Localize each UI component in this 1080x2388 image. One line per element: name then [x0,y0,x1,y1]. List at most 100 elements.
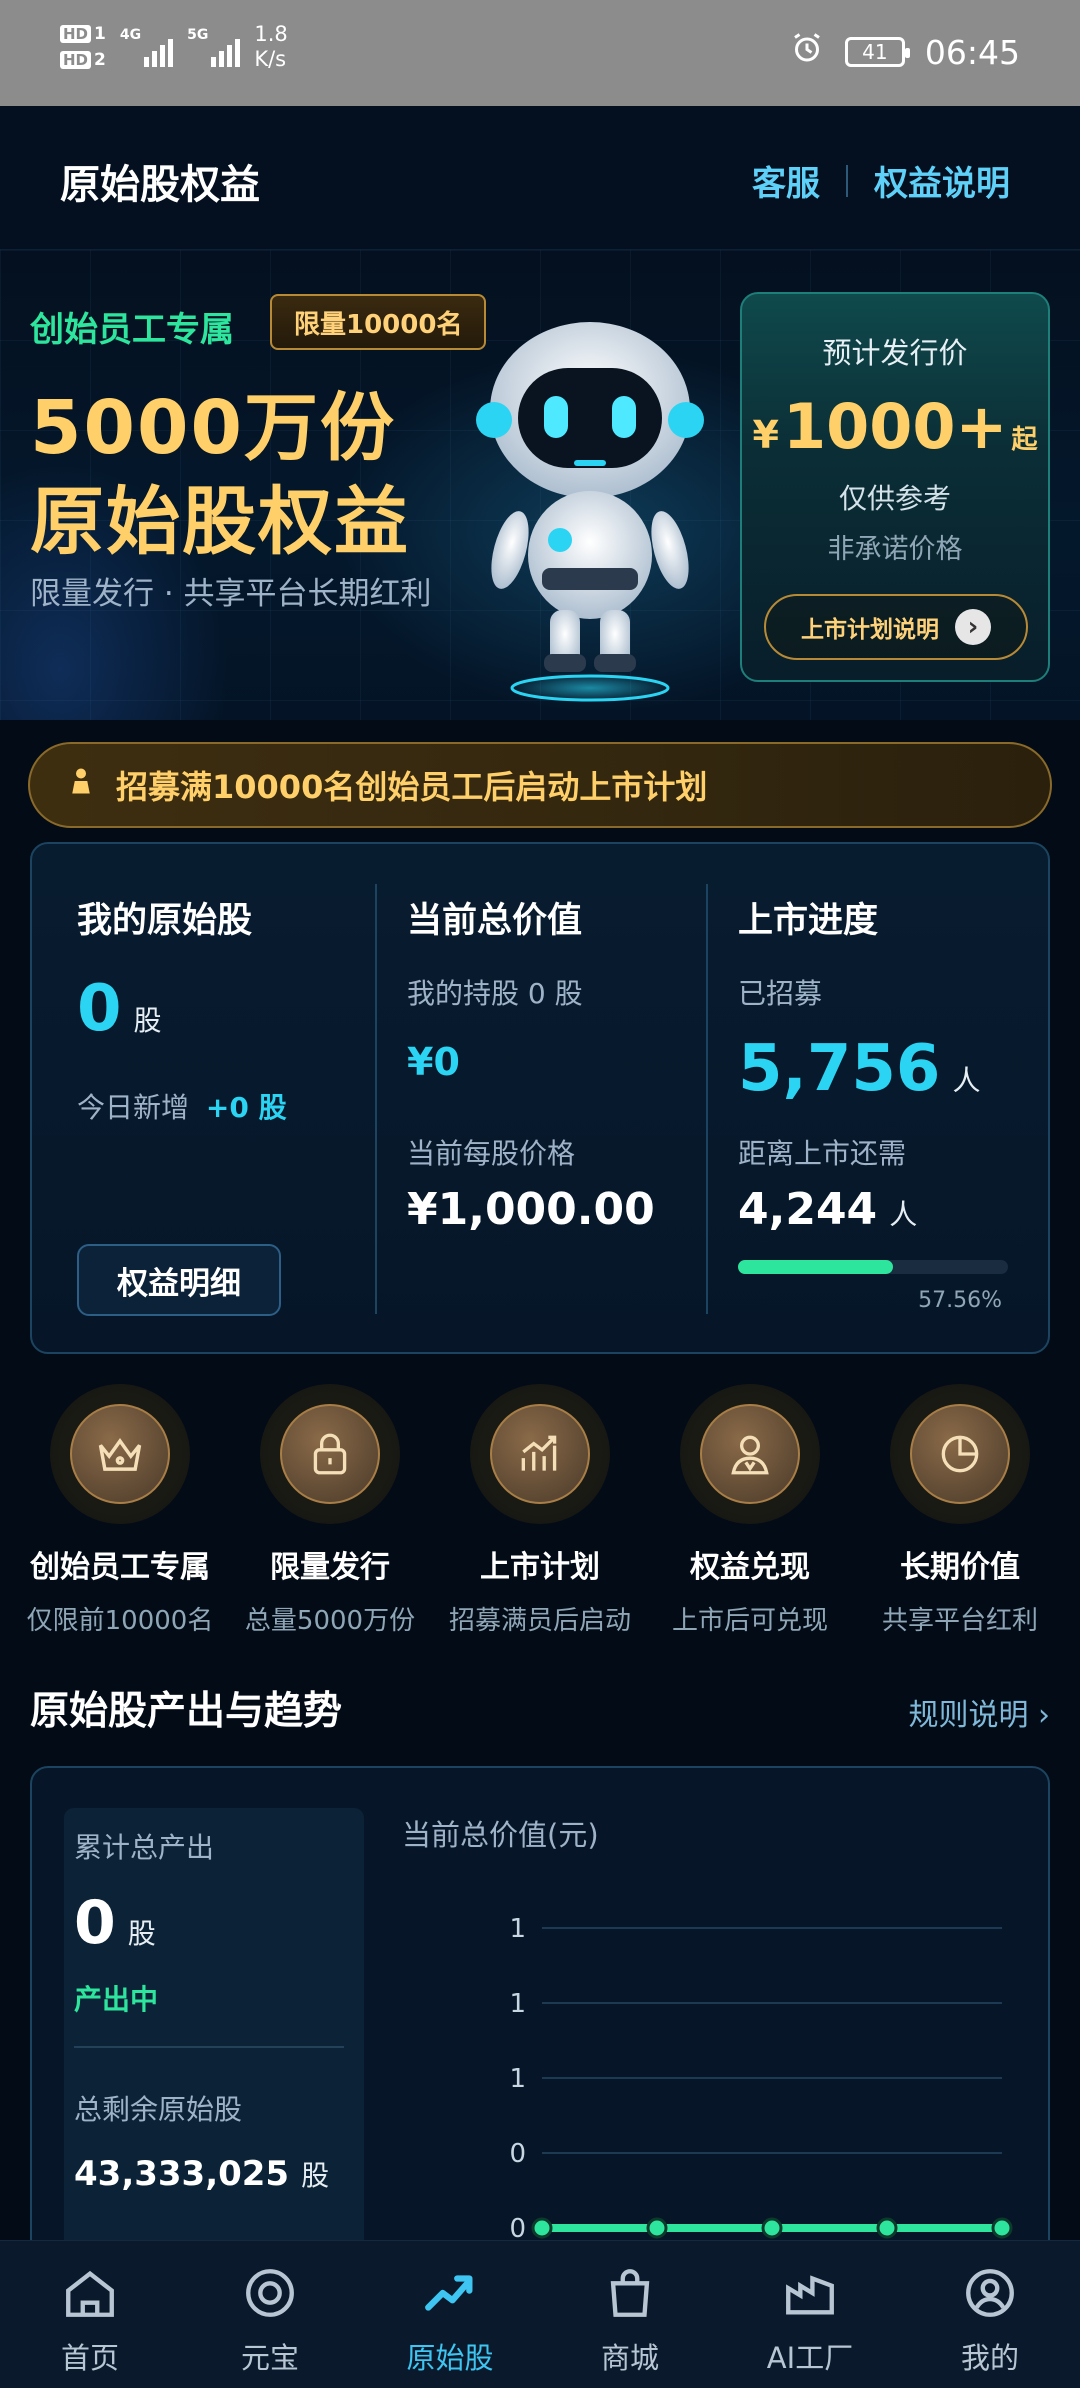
sim-number: 2 [94,50,106,70]
data-point [991,2217,1013,2239]
person-icon [66,766,96,804]
feature-name: 上市计划 [480,1550,600,1585]
feature-item[interactable]: 上市计划 招募满员后启动 [435,1384,645,1637]
lock-icon [280,1404,380,1504]
listing-plan-button-label: 上市计划说明 [801,617,939,643]
price-note: 仅供参考 [838,482,951,515]
remaining-shares-unit: 股 [301,2159,330,2192]
header-links: 客服 权益说明 [752,156,1010,205]
trend-up-icon [370,2261,530,2325]
recruited-number: 5,756 [738,1032,941,1106]
feature-item[interactable]: 创始员工专属 仅限前10000名 [15,1384,225,1637]
listing-progress-bar [738,1260,1008,1274]
rules-link[interactable]: 规则说明 › [908,1690,1050,1734]
feature-item[interactable]: 长期价值 共享平台红利 [855,1384,1065,1637]
hd-indicators: HD 1 HD 2 [60,24,106,70]
hero-banner: 创始员工专属 限量10000名 5000万份 原始股权益 限量发行 · 共享平台… [0,250,1080,720]
today-added-value: +0 股 [205,1091,287,1124]
feature-icon-ring [680,1384,820,1524]
today-added-label: 今日新增 [77,1091,190,1124]
total-output-unit: 股 [127,1917,156,1950]
remaining-count: 4,244 人 [738,1184,917,1235]
feature-item[interactable]: 权益兑现 上市后可兑现 [645,1384,855,1637]
network-type: 4G [119,27,142,43]
column-divider [706,884,708,1314]
listing-progress-title: 上市进度 [738,901,879,941]
issue-price-card: 预计发行价 ¥ 1000+ 起 仅供参考 非承诺价格 上市计划说明 › [740,292,1050,682]
listing-plan-button[interactable]: 上市计划说明 › [764,594,1028,660]
remaining-shares-label: 总剩余原始股 [74,2093,243,2126]
feature-name: 权益兑现 [690,1550,810,1585]
clock: 06:45 [924,32,1020,72]
hero-subtitle: 限量发行 · 共享平台长期红利 [30,576,432,612]
summary-divider [74,2046,344,2048]
nav-ai-factory[interactable]: AI工厂 [730,2261,890,2377]
nav-label: 元宝 [240,2341,299,2375]
notice-text: 招募满10000名创始员工后启动上市计划 [116,768,708,806]
feature-list: 创始员工专属 仅限前10000名 限量发行 总量5000万份 上市计划 招募满员… [0,1384,1080,1637]
feature-icon-ring [890,1384,1030,1524]
nav-profile[interactable]: 我的 [910,2261,1070,2377]
price-disclaimer: 非承诺价格 [827,534,963,565]
progress-percent: 57.56% [918,1288,1002,1313]
total-output-label: 累计总产出 [74,1831,215,1864]
total-value-column: 当前总价值 我的持股 0 股 ¥0 当前每股价格 ¥1,000.00 [407,844,687,1352]
customer-service-link[interactable]: 客服 [752,156,820,205]
price-value: 1000+ [782,390,1008,463]
my-shares-title: 我的原始股 [77,901,253,941]
feature-icon-ring [50,1384,190,1524]
my-shares-value: 0股 [77,972,162,1046]
rights-detail-button[interactable]: 权益明细 [77,1244,281,1316]
remaining-shares-value: 43,333,025 [74,2154,290,2194]
nav-mall[interactable]: 商城 [550,2261,710,2377]
price-card-title: 预计发行价 [822,336,968,370]
nav-label: 首页 [60,2341,119,2375]
battery-level: 41 [862,40,888,64]
nav-label: AI工厂 [766,2341,854,2375]
feature-icon-ring [470,1384,610,1524]
y-tick-label: 1 [509,2064,526,2094]
feature-icon-ring [260,1384,400,1524]
holding-text: 我的持股 0 股 [407,977,583,1010]
total-value: ¥0 [407,1040,460,1084]
profile-icon [910,2261,1070,2325]
output-status: 产出中 [74,1983,159,2016]
y-tick-label: 1 [509,1914,526,1944]
total-output-value: 0 [74,1888,116,1958]
page-title: 原始股权益 [60,162,260,208]
rights-explanation-link[interactable]: 权益说明 [874,156,1010,205]
coin-icon [190,2261,350,2325]
currency-symbol: ¥ [752,413,779,457]
chart-title: 当前总价值(元) [402,1818,599,1852]
signal-4g-icon: 4G [119,27,174,67]
hd-sim2: HD 2 [60,50,106,70]
issue-price: ¥ 1000+ 起 [742,390,1048,463]
crown-icon [70,1404,170,1504]
chart-up-icon [490,1404,590,1504]
feature-desc: 招募满员后启动 [448,1606,631,1636]
feature-item[interactable]: 限量发行 总量5000万份 [225,1384,435,1637]
nav-original-shares[interactable]: 原始股 [370,2261,530,2377]
data-point [876,2217,898,2239]
price-suffix: 起 [1011,425,1038,455]
data-point [531,2217,553,2239]
chevron-right-icon: › [955,609,991,645]
price-per-share-label: 当前每股价格 [407,1137,576,1170]
recruited-count: 5,756 人 [738,1032,980,1106]
headline-line1: 5000万份 [30,385,396,471]
app-header: 原始股权益 客服 权益说明 [0,106,1080,250]
robot-mascot-image [476,322,704,702]
nav-home[interactable]: 首页 [10,2261,170,2377]
nav-label: 原始股 [406,2341,494,2375]
user-icon [700,1404,800,1504]
founder-exclusive-tag: 创始员工专属 [30,310,234,350]
section-title: 原始股产出与趋势 [30,1689,343,1734]
feature-desc: 总量5000万份 [244,1606,416,1636]
progress-fill [738,1260,894,1274]
shares-unit: 股 [133,1004,162,1037]
nav-coin[interactable]: 元宝 [190,2261,350,2377]
y-tick-label: 0 [509,2139,526,2169]
hd-label: HD [60,25,92,43]
data-point [646,2217,668,2239]
signal-5g-icon: 5G [187,27,241,67]
